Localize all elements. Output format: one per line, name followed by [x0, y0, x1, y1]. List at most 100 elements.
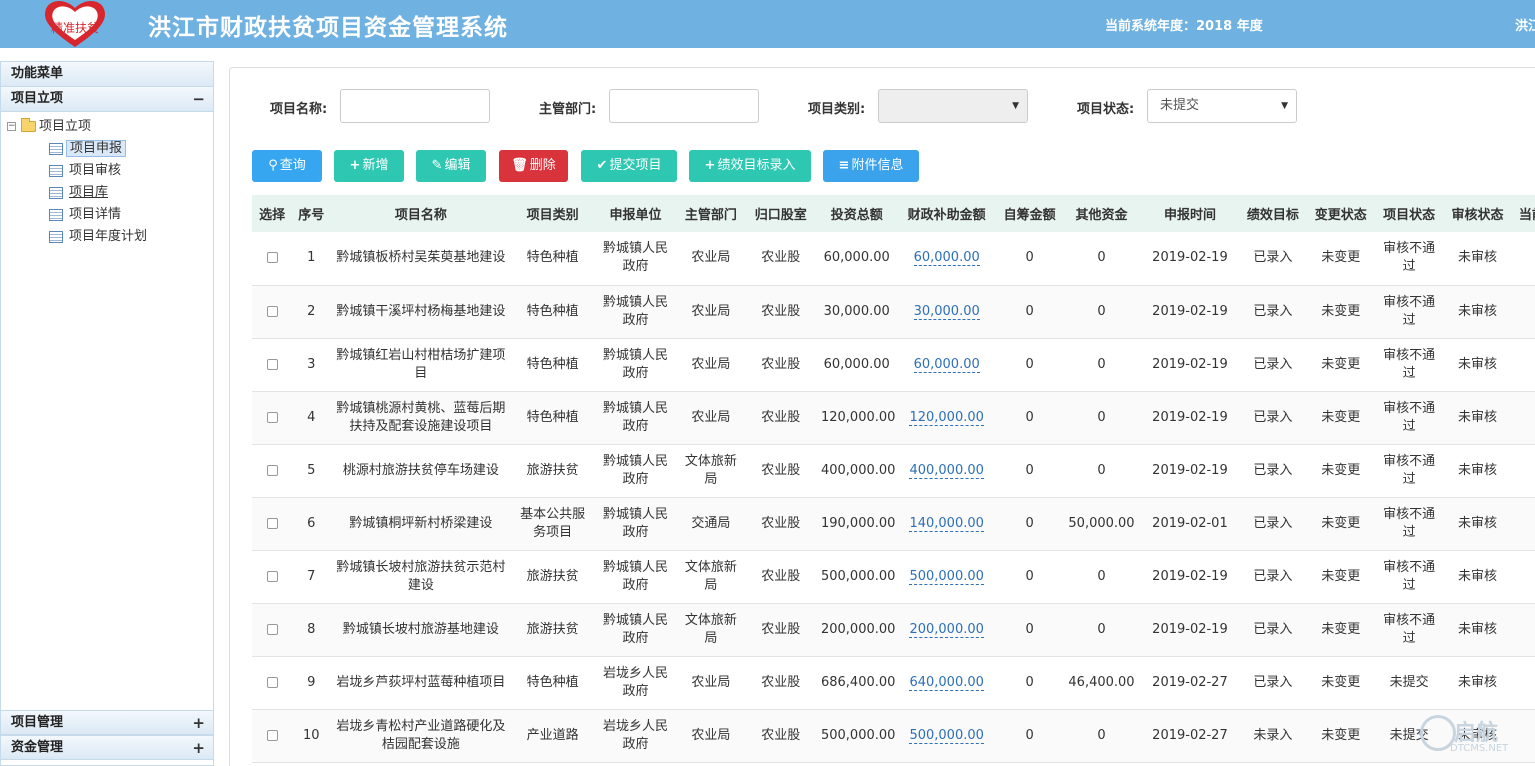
attachment-button[interactable]: ≡ 附件信息	[823, 150, 919, 182]
cell-name: 岩垅乡芦荻坪村蓝莓种植项目	[330, 656, 512, 710]
cell-name: 黔城镇桐坪新村桥梁建设	[330, 497, 512, 551]
cell-unit: 岩垅乡人民政府	[593, 656, 678, 710]
tree-collapse-icon[interactable]: −	[7, 122, 16, 131]
submit-project-button[interactable]: ✔ 提交项目	[581, 150, 677, 182]
panel-fund-management[interactable]: 资金管理 +	[1, 735, 213, 760]
delete-button[interactable]: 🗑 删除	[499, 150, 568, 182]
column-header: 财政补助金额	[896, 195, 997, 232]
subsidy-amount-link[interactable]: 120,000.00	[909, 409, 984, 426]
cell-audit: 未审核	[1443, 338, 1512, 392]
cell-no: 1	[292, 232, 331, 286]
subsidy-amount-link[interactable]: 60,000.00	[913, 356, 980, 373]
table-row[interactable]: 6 黔城镇桐坪新村桥梁建设 基本公共服务项目 黔城镇人民政府 交通局 农业股 190,000…	[252, 497, 1535, 551]
expand-icon[interactable]: +	[192, 736, 205, 760]
table-row[interactable]: 10 岩垅乡青松村产业道路硬化及桔园配套设施 产业道路 岩垅乡人民政府 农业局 农业股 50…	[252, 709, 1535, 763]
cell-category: 特色种植	[511, 338, 594, 392]
column-header: 投资总额	[816, 195, 897, 232]
cell-category: 特色种植	[511, 656, 594, 710]
cell-current	[1511, 232, 1535, 286]
row-checkbox[interactable]	[266, 570, 278, 582]
query-button[interactable]: ⚲ 查询	[252, 150, 322, 182]
panel-label: 资金管理	[11, 740, 64, 755]
cell-audit: 未审核	[1443, 603, 1512, 657]
cell-unit: 黔城镇人民政府	[593, 550, 678, 604]
category-label: 项目类别:	[808, 102, 866, 117]
cell-current	[1511, 656, 1535, 710]
sidebar: 功能菜单 项目立项 − − 项目立项 项目申报 项目审核 项目库 项目详情 项目年…	[0, 61, 214, 766]
cell-date: 2019-02-19	[1140, 603, 1240, 657]
cell-date: 2019-02-19	[1140, 285, 1240, 339]
project-name-input[interactable]	[340, 89, 490, 123]
add-button[interactable]: + 新增	[334, 150, 404, 182]
tree-item-project-review[interactable]: 项目审核	[7, 160, 213, 182]
table-row[interactable]: 8 黔城镇长坡村旅游基地建设 旅游扶贫 黔城镇人民政府 文体旅新局 农业股 200,000.…	[252, 603, 1535, 657]
column-header: 绩效目标	[1239, 195, 1307, 232]
edit-button[interactable]: ✎ 编辑	[416, 150, 486, 182]
cell-goal: 已录入	[1239, 603, 1307, 657]
collapse-icon[interactable]: −	[192, 87, 205, 111]
cell-category: 特色种植	[511, 391, 594, 445]
tree-item-project-declare[interactable]: 项目申报	[7, 138, 213, 160]
row-checkbox[interactable]	[266, 623, 278, 635]
cell-subsidy: 200,000.00	[896, 603, 997, 657]
cell-status: 未提交	[1374, 656, 1444, 710]
row-checkbox[interactable]	[266, 252, 278, 264]
row-checkbox[interactable]	[266, 464, 278, 476]
table-row[interactable]: 7 黔城镇长坡村旅游扶贫示范村建设 旅游扶贫 黔城镇人民政府 文体旅新局 农业股 500,0…	[252, 550, 1535, 604]
cell-current	[1511, 603, 1535, 657]
cell-status: 审核不通过	[1374, 603, 1444, 657]
cell-current	[1511, 285, 1535, 339]
cell-unit: 黔城镇人民政府	[593, 497, 678, 551]
goal-entry-button[interactable]: + 绩效目标录入	[689, 150, 811, 182]
user-info[interactable]: 洪江	[1515, 15, 1535, 34]
select-cell	[252, 656, 293, 710]
select-cell	[252, 285, 293, 339]
cell-subsidy: 500,000.00	[896, 550, 997, 604]
subsidy-amount-link[interactable]: 140,000.00	[909, 515, 984, 532]
panel-project-management[interactable]: 项目管理 +	[1, 710, 213, 735]
tree-item-label: 项目申报	[66, 140, 127, 157]
column-header: 归口股室	[744, 195, 817, 232]
cell-name: 黔城镇长坡村旅游扶贫示范村建设	[330, 550, 512, 604]
column-header: 其他资金	[1062, 195, 1141, 232]
table-row[interactable]: 4 黔城镇桃源村黄桃、蓝莓后期扶持及配套设施建设项目 特色种植 黔城镇人民政府 农业局农…	[252, 391, 1535, 445]
row-checkbox[interactable]	[266, 305, 278, 317]
section-header-project-setup[interactable]: 项目立项 −	[1, 87, 213, 112]
tree-item-project-library[interactable]: 项目库	[7, 182, 213, 204]
subsidy-amount-link[interactable]: 400,000.00	[909, 462, 984, 479]
document-icon	[49, 231, 63, 243]
cell-subsidy: 640,000.00	[896, 656, 997, 710]
cell-office: 农业股	[744, 603, 817, 657]
expand-icon[interactable]: +	[192, 711, 205, 735]
table-row[interactable]: 2 黔城镇干溪坪村杨梅基地建设 特色种植 黔城镇人民政府 农业局 农业股 30,000.00…	[252, 285, 1535, 339]
row-checkbox[interactable]	[266, 676, 278, 688]
subsidy-amount-link[interactable]: 500,000.00	[909, 727, 984, 744]
cell-other: 0	[1062, 444, 1141, 498]
status-select[interactable]: 未提交 ▼	[1147, 89, 1297, 123]
tree-root-node[interactable]: − 项目立项	[7, 116, 213, 138]
dept-input[interactable]	[609, 89, 759, 123]
subsidy-amount-link[interactable]: 200,000.00	[909, 621, 984, 638]
table-row[interactable]: 3 黔城镇红岩山村柑桔场扩建项目 特色种植 黔城镇人民政府 农业局 农业股 60,000.0…	[252, 338, 1535, 392]
table-row[interactable]: 1 黔城镇板桥村吴茱萸基地建设 特色种植 黔城镇人民政府 农业局 农业股 60,000.00…	[252, 232, 1535, 286]
tree-item-annual-plan[interactable]: 项目年度计划	[7, 226, 213, 248]
row-checkbox[interactable]	[266, 358, 278, 370]
subsidy-amount-link[interactable]: 500,000.00	[909, 568, 984, 585]
table-row[interactable]: 5 桃源村旅游扶贫停车场建设 旅游扶贫 黔城镇人民政府 文体旅新局 农业股 400,000.…	[252, 444, 1535, 498]
subsidy-amount-link[interactable]: 640,000.00	[909, 674, 984, 691]
tree-item-project-detail[interactable]: 项目详情	[7, 204, 213, 226]
attachment-label: 附件信息	[851, 158, 904, 173]
subsidy-amount-link[interactable]: 30,000.00	[913, 303, 980, 320]
tree-item-label: 项目年度计划	[69, 229, 148, 244]
tree-root-label: 项目立项	[39, 119, 92, 134]
column-header: 申报单位	[593, 195, 678, 232]
row-checkbox[interactable]	[266, 411, 278, 423]
subsidy-amount-link[interactable]: 60,000.00	[913, 250, 980, 267]
column-header: 序号	[292, 195, 331, 232]
column-header: 项目类别	[511, 195, 594, 232]
row-checkbox[interactable]	[266, 729, 278, 741]
category-select[interactable]: ▼	[878, 89, 1028, 123]
column-header: 主管部门	[677, 195, 745, 232]
table-row[interactable]: 9 岩垅乡芦荻坪村蓝莓种植项目 特色种植 岩垅乡人民政府 农业局 农业股 686,400.0…	[252, 656, 1535, 710]
row-checkbox[interactable]	[266, 517, 278, 529]
